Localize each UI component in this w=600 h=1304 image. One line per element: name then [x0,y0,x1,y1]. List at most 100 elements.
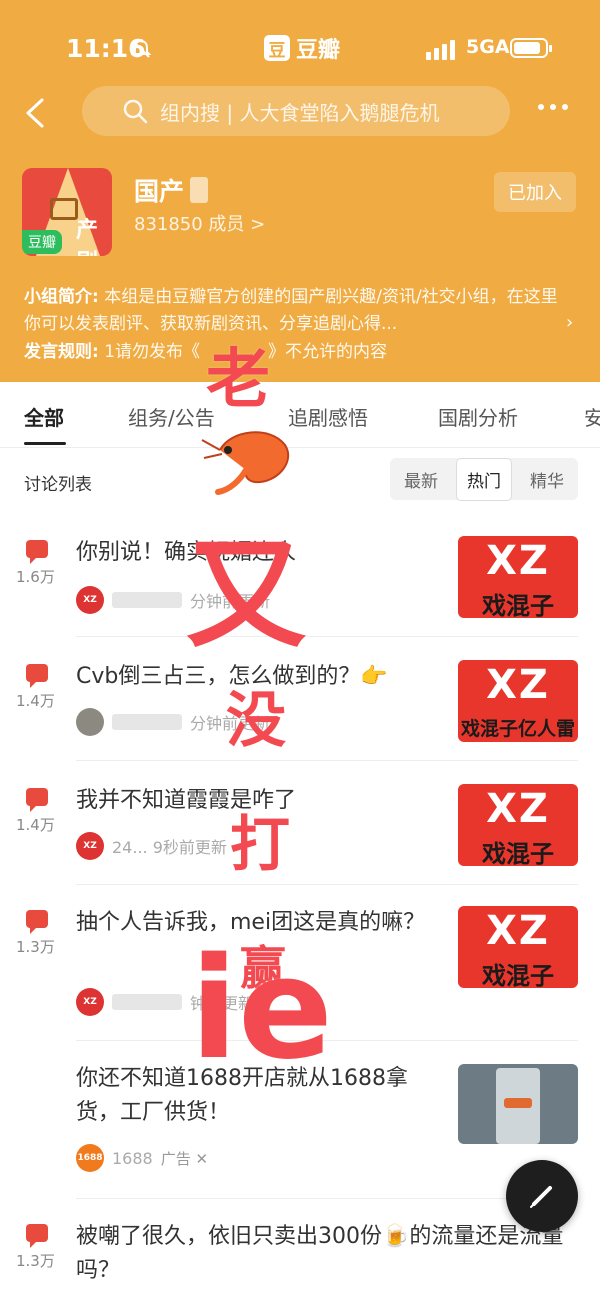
divider [76,1040,578,1041]
comment-bubble-icon [26,910,48,934]
post-meta: 分钟前更新 [76,708,270,736]
search-placeholder: 组内搜 | 人大食堂陷入鹅腿危机 [160,100,440,125]
list-item[interactable]: 1.6万 你别说！确实妩媚连人 XZ 分钟前更新 XZ 戏混子 [0,536,600,636]
mosaic-blur [112,714,182,730]
signal-icon [426,40,455,60]
list-item[interactable]: 1.3万 抽个人告诉我，mei团这是真的嘛？ XZ 钟前更新 XZ 戏混子 [0,906,600,1026]
rules-text: 1请勿发布《 [104,342,201,362]
chevron-right-icon[interactable]: › [566,312,573,333]
sort-featured[interactable]: 精华 [520,459,574,500]
reply-count: 1.3万 [16,1252,55,1270]
rules-label: 发言规则: [24,342,99,362]
member-count-link[interactable]: 831850 成员 > [134,210,265,236]
post-thumbnail[interactable]: XZ 戏混子 [458,536,578,618]
avatar[interactable]: XZ [76,832,104,860]
post-title[interactable]: 抽个人告诉我，mei团这是真的嘛？ [76,906,446,940]
post-thumbnail[interactable]: XZ 戏混子 [458,906,578,988]
sort-toggle: 最新 热门 精华 [390,457,578,501]
group-name-text: 国产 [134,177,185,206]
post-time: 24... 9秒前更新 [112,838,227,857]
comment-bubble-icon [26,664,48,688]
post-title[interactable]: 你别说！确实妩媚连人 [76,536,446,570]
sort-latest[interactable]: 最新 [394,459,448,500]
ad-title[interactable]: 你还不知道1688开店就从1688拿货，工厂供货！ [76,1062,446,1130]
post-time: 钟前更新 [190,994,255,1013]
post-meta: XZ 24... 9秒前更新 [76,832,227,860]
thumb-sub-text: 戏混子 [482,840,554,866]
status-bar: 11:16 豆 豆瓣 5GA [0,0,600,92]
list-item[interactable]: 1.4万 Cvb倒三占三，怎么做到的？👉 分钟前更新 XZ 戏混子亿人雷 [0,660,600,760]
comment-bubble-icon [26,540,48,564]
post-title[interactable]: Cvb倒三占三，怎么做到的？👉 [76,660,446,694]
mosaic-blur [112,994,182,1010]
joined-button[interactable]: 已加入 [494,172,576,212]
group-avatar-text: 产剧 [76,218,99,256]
thumb-sub-text: 戏混子 [482,592,554,618]
thumb-sub-text: 戏混子亿人雷 [460,718,575,740]
group-rules[interactable]: 发言规则: 1请勿发布《 》不允许的内容 [24,337,387,362]
ad-thumbnail[interactable] [458,1064,578,1144]
reply-count: 1.3万 [16,938,55,956]
compose-button[interactable] [506,1160,578,1232]
divider [76,884,578,885]
list-item[interactable]: 1.4万 我并不知道霞霞是咋了 XZ 24... 9秒前更新 XZ 戏混子 [0,784,600,884]
intro-text: 本组是由豆瓣官方创建的国产剧兴趣/资讯/社交小组，在这里你可以发表剧评、获取新剧… [24,287,558,334]
sort-hot[interactable]: 热门 [456,457,512,501]
bell-muted-icon [130,39,152,58]
tab-drama-thoughts[interactable]: 追剧感悟 [288,402,368,431]
list-item[interactable]: 1.3万 被嘲了很久，依旧只卖出300份🍺的流量还是流量吗？ [0,1220,600,1304]
post-title[interactable]: 我并不知道霞霞是咋了 [76,784,446,818]
post-thumbnail[interactable]: XZ 戏混子亿人雷 [458,660,578,742]
active-tab-indicator [24,442,66,445]
category-tabs: 全部 组务/公告 追剧感悟 国剧分析 安 [0,382,600,448]
mosaic-blur [112,592,182,608]
avatar[interactable] [76,708,104,736]
ad-list-item[interactable]: 你还不知道1688开店就从1688拿货，工厂供货！ 1688 1688 广告 ✕ [0,1062,600,1182]
intro-label: 小组简介: [24,287,99,307]
mosaic-blur [190,177,209,203]
ad-label[interactable]: 广告 ✕ [161,1148,208,1169]
thumb-main-text: XZ [486,538,550,584]
post-meta: XZ 钟前更新 [76,988,254,1016]
tab-all[interactable]: 全部 [24,402,64,431]
pen-icon [530,1186,552,1208]
comment-bubble-icon [26,1224,48,1248]
app-brand: 豆 豆瓣 [264,32,340,64]
app-name: 豆瓣 [296,38,341,63]
douban-logo-icon: 豆 [264,35,290,61]
post-thumbnail[interactable]: XZ 戏混子 [458,784,578,866]
group-name[interactable]: 国产 [134,172,209,208]
search-icon [123,99,148,124]
divider [76,636,578,637]
avatar[interactable]: 1688 [76,1144,104,1172]
ad-meta: 1688 1688 广告 ✕ [76,1144,208,1172]
tab-more[interactable]: 安 [584,402,600,431]
advertiser-name: 1688 [112,1148,153,1168]
avatar[interactable]: XZ [76,586,104,614]
reply-count: 1.4万 [16,692,55,710]
thumb-main-text: XZ [486,908,550,954]
group-search-bar[interactable]: 组内搜 | 人大食堂陷入鹅腿危机 [82,86,510,136]
comment-bubble-icon [26,788,48,812]
network-label: 5GA [466,36,510,58]
group-intro[interactable]: 小组简介: 本组是由豆瓣官方创建的国产剧兴趣/资讯/社交小组，在这里你可以发表剧… [24,284,564,338]
post-meta: XZ 分钟前更新 [76,586,270,614]
list-title: 讨论列表 [24,475,92,495]
avatar[interactable]: XZ [76,988,104,1016]
post-time: 分钟前更新 [190,592,271,611]
reply-count: 1.4万 [16,816,55,834]
tab-drama-analysis[interactable]: 国剧分析 [438,402,518,431]
divider [76,1198,578,1199]
tab-announcements[interactable]: 组务/公告 [128,402,215,431]
thumb-main-text: XZ [486,662,550,708]
more-menu-icon[interactable] [538,104,568,110]
group-avatar[interactable]: 产剧 豆瓣 [22,168,112,256]
rules-text-tail: 》不允许的内容 [268,342,388,362]
douban-badge: 豆瓣 [22,230,62,254]
back-arrow-icon[interactable] [20,96,54,130]
post-title[interactable]: 被嘲了很久，依旧只卖出300份🍺的流量还是流量吗？ [76,1220,576,1288]
divider [76,760,578,761]
battery-icon [510,38,552,58]
reply-count: 1.6万 [16,568,55,586]
tv-icon [50,198,78,220]
